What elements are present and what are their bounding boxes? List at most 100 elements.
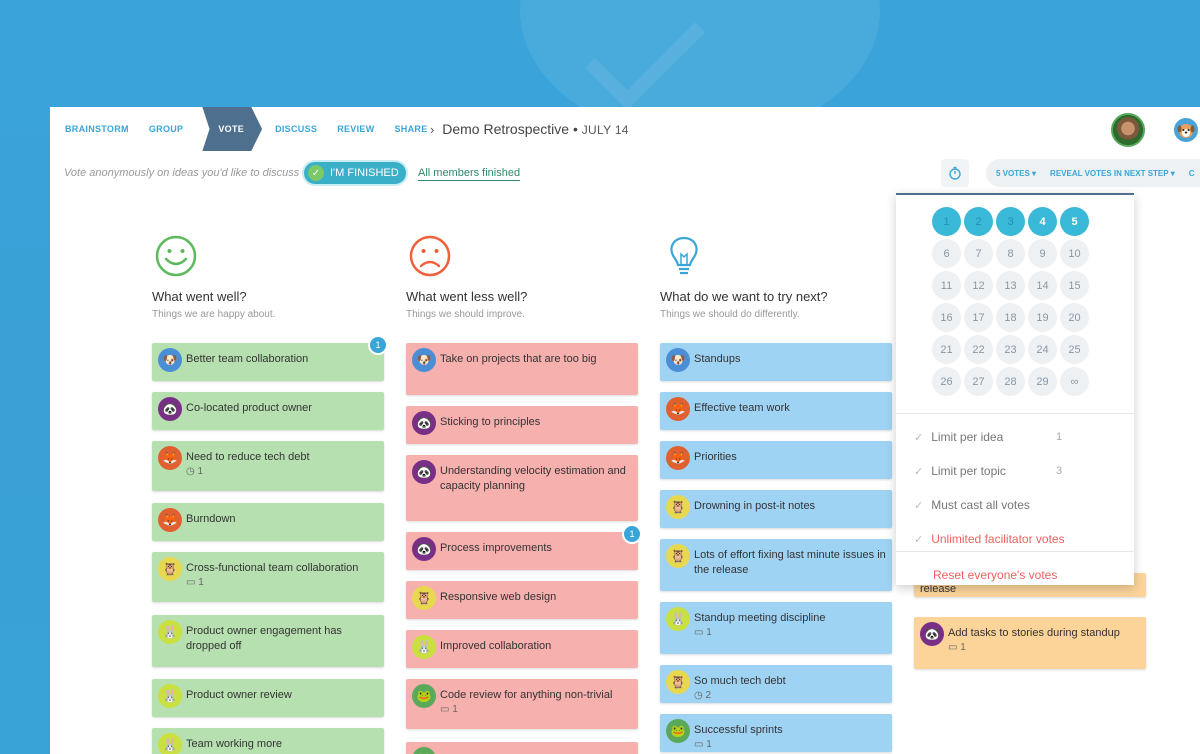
- votes-dropdown[interactable]: 5 VOTES ▾: [996, 169, 1036, 178]
- timer-button[interactable]: [941, 159, 969, 187]
- vote-count-badge: 1: [622, 524, 642, 544]
- vote-count-option[interactable]: 19: [1028, 303, 1057, 332]
- reveal-dropdown[interactable]: REVEAL VOTES IN NEXT STEP ▾: [1050, 169, 1175, 178]
- option-value[interactable]: 1: [1056, 431, 1062, 443]
- idea-card[interactable]: 🐰 Product owner engagement has dropped of…: [152, 615, 384, 667]
- idea-card[interactable]: 🐰 Standup meeting discipline ▭ 1: [660, 602, 892, 654]
- vote-count-option[interactable]: 15: [1060, 271, 1089, 300]
- caret-down-icon: ▾: [1032, 168, 1037, 178]
- idea-card[interactable]: 🐶 Take on projects that are too big: [406, 343, 638, 395]
- idea-card[interactable]: 🐼 Sticking to principles: [406, 406, 638, 444]
- stopwatch-icon: [949, 166, 961, 180]
- step-discuss[interactable]: DISCUSS: [268, 107, 330, 151]
- idea-card[interactable]: 🐼 Understanding velocity estimation and c…: [406, 455, 638, 521]
- vote-count-option[interactable]: 20: [1060, 303, 1089, 332]
- option-limit-per-idea[interactable]: ✓ Limit per idea 1: [914, 430, 1114, 444]
- vote-count-option[interactable]: 23: [996, 335, 1025, 364]
- card-meta: ▭ 1: [948, 642, 966, 653]
- card-body: Priorities: [694, 446, 737, 465]
- owl-avatar-icon: 🦉: [158, 557, 182, 581]
- vote-count-option[interactable]: 8: [996, 239, 1025, 268]
- check-icon: ✓: [914, 431, 924, 444]
- vote-count-option[interactable]: 25: [1060, 335, 1089, 364]
- vote-count-option[interactable]: 4: [1028, 207, 1057, 236]
- finished-button[interactable]: ✓ I'M FINISHED: [304, 162, 406, 184]
- option-unlimited-facilitator[interactable]: ✓ Unlimited facilitator votes: [914, 532, 1114, 546]
- vote-count-option[interactable]: ∞: [1060, 367, 1089, 396]
- idea-card[interactable]: 🐸 Successful sprints ▭ 1: [660, 714, 892, 752]
- idea-card[interactable]: 🦉 Cross-functional team collaboration ▭ 1: [152, 552, 384, 602]
- card-text: Sticking to principles: [440, 416, 541, 428]
- card-text: Lots of effort fixing last minute issues…: [694, 549, 886, 576]
- idea-card[interactable]: 🐸: [406, 742, 638, 754]
- idea-card[interactable]: 🦊 Effective team work: [660, 392, 892, 430]
- idea-card[interactable]: 🐸 Code review for anything non-trivial ▭ 1: [406, 679, 638, 729]
- option-must-cast-all[interactable]: ✓ Must cast all votes: [914, 498, 1114, 512]
- vote-count-option[interactable]: 21: [932, 335, 961, 364]
- idea-card[interactable]: 🐶 Better team collaboration: [152, 343, 384, 381]
- vote-count-option[interactable]: 2: [964, 207, 993, 236]
- panda-avatar-icon: 🐼: [158, 397, 182, 421]
- vote-count-option[interactable]: 29: [1028, 367, 1057, 396]
- card-meta: ▭ 1: [440, 704, 458, 715]
- vote-count-option[interactable]: 27: [964, 367, 993, 396]
- reset-votes-button[interactable]: Reset everyone's votes: [933, 568, 1057, 582]
- caret-down-icon: ▾: [1170, 168, 1175, 178]
- vote-count-option[interactable]: 5: [1060, 207, 1089, 236]
- step-group[interactable]: GROUP: [142, 107, 197, 151]
- idea-card[interactable]: 🦉 So much tech debt ◷ 2: [660, 665, 892, 703]
- page-title[interactable]: Demo Retrospective: [442, 121, 569, 137]
- more-dropdown[interactable]: C: [1189, 169, 1195, 178]
- participant-avatar[interactable]: [1174, 118, 1198, 142]
- column-title: What do we want to try next?: [660, 289, 828, 304]
- vote-count-option[interactable]: 17: [964, 303, 993, 332]
- idea-card[interactable]: 🦉 Drowning in post-it notes: [660, 490, 892, 528]
- idea-card[interactable]: 🦊 Priorities: [660, 441, 892, 479]
- vote-count-option[interactable]: 1: [932, 207, 961, 236]
- votes-label: 5 VOTES: [996, 168, 1030, 178]
- vote-count-option[interactable]: 6: [932, 239, 961, 268]
- vote-count-option[interactable]: 28: [996, 367, 1025, 396]
- fox-avatar-icon: 🦊: [666, 446, 690, 470]
- vote-count-option[interactable]: 24: [1028, 335, 1057, 364]
- idea-card[interactable]: 🦊 Need to reduce tech debt ◷ 1: [152, 441, 384, 491]
- idea-card[interactable]: 🐰 Team working more: [152, 728, 384, 754]
- vote-count-option[interactable]: 11: [932, 271, 961, 300]
- vote-count-option[interactable]: 7: [964, 239, 993, 268]
- card-body: Better team collaboration: [186, 348, 308, 367]
- user-avatar[interactable]: [1111, 113, 1145, 147]
- option-limit-per-topic[interactable]: ✓ Limit per topic 3: [914, 464, 1114, 478]
- idea-card[interactable]: 🐼 Add tasks to stories during standup ▭ 1: [914, 617, 1146, 669]
- idea-card[interactable]: 🦉 Responsive web design: [406, 581, 638, 619]
- vote-count-option[interactable]: 22: [964, 335, 993, 364]
- all-members-link[interactable]: All members finished: [418, 167, 521, 181]
- card-text: Product owner engagement has dropped off: [186, 625, 342, 652]
- step-review[interactable]: REVIEW: [330, 107, 387, 151]
- vote-count-option[interactable]: 3: [996, 207, 1025, 236]
- idea-card[interactable]: 🐰 Improved collaboration: [406, 630, 638, 668]
- vote-count-option[interactable]: 9: [1028, 239, 1057, 268]
- card-text: Improved collaboration: [440, 640, 552, 652]
- card-text: So much tech debt: [694, 675, 786, 687]
- card-body: Add tasks to stories during standup ▭ 1: [948, 622, 1120, 653]
- vote-count-option[interactable]: 12: [964, 271, 993, 300]
- vote-count-option[interactable]: 18: [996, 303, 1025, 332]
- vote-count-option[interactable]: 10: [1060, 239, 1089, 268]
- idea-card[interactable]: 🦊 Burndown: [152, 503, 384, 541]
- idea-card[interactable]: 🐼 Co-located product owner: [152, 392, 384, 430]
- idea-card[interactable]: 🐼 Process improvements: [406, 532, 638, 570]
- step-brainstorm[interactable]: BRAINSTORM: [58, 107, 142, 151]
- option-value[interactable]: 3: [1056, 465, 1062, 477]
- step-vote[interactable]: VOTE: [202, 107, 263, 151]
- title-separator: •: [572, 121, 582, 137]
- owl-avatar-icon: 🦉: [666, 544, 690, 568]
- vote-hint: Vote anonymously on ideas you'd like to …: [64, 167, 300, 179]
- option-label: Unlimited facilitator votes: [931, 532, 1065, 546]
- idea-card[interactable]: 🐰 Product owner review: [152, 679, 384, 717]
- vote-count-option[interactable]: 16: [932, 303, 961, 332]
- vote-count-option[interactable]: 26: [932, 367, 961, 396]
- idea-card[interactable]: 🦉 Lots of effort fixing last minute issue…: [660, 539, 892, 591]
- idea-card[interactable]: 🐶 Standups: [660, 343, 892, 381]
- vote-count-option[interactable]: 13: [996, 271, 1025, 300]
- vote-count-option[interactable]: 14: [1028, 271, 1057, 300]
